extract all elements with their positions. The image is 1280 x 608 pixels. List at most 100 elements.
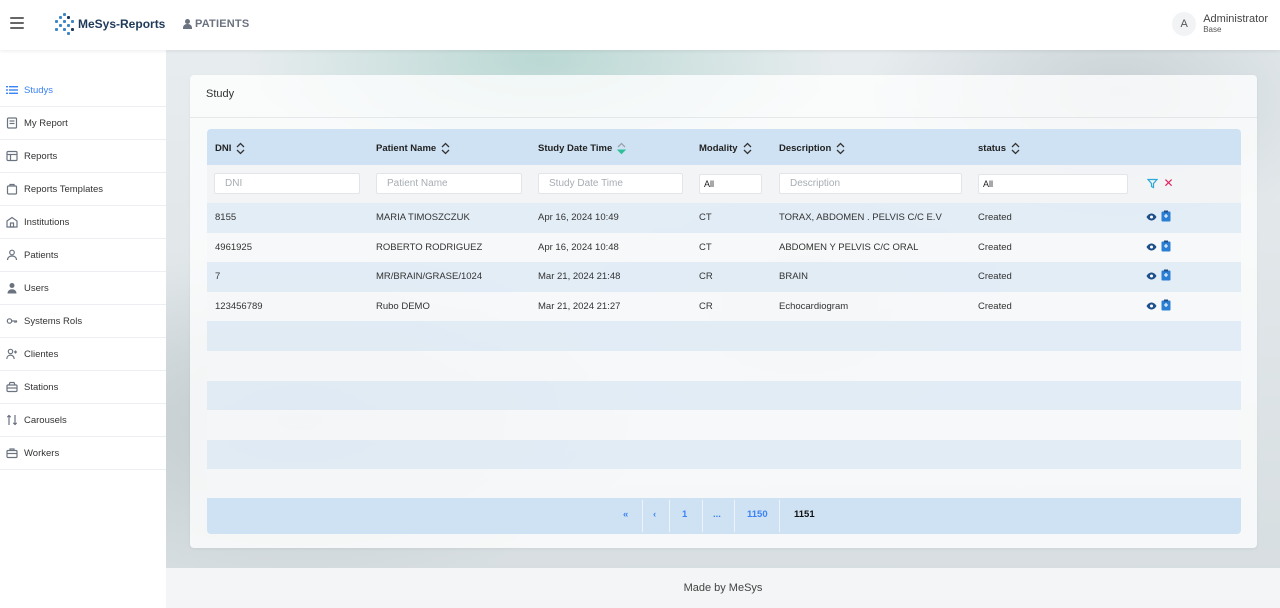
study-date-filter-input[interactable] bbox=[538, 173, 683, 194]
view-eye-icon[interactable] bbox=[1146, 243, 1157, 251]
sort-icon[interactable] bbox=[441, 141, 450, 155]
cell-status: Created bbox=[978, 241, 1012, 253]
sidebar-item-workers[interactable]: Workers bbox=[0, 437, 166, 470]
sidebar-item-label: My Report bbox=[24, 117, 68, 129]
sidebar-item-users[interactable]: Users bbox=[0, 272, 166, 305]
sidebar-item-carousels[interactable]: Carousels bbox=[0, 404, 166, 437]
table-row[interactable]: 123456789 Rubo DEMO Mar 21, 2024 21:27 C… bbox=[207, 291, 1241, 322]
table-row[interactable]: 4961925 ROBERTO RODRIGUEZ Apr 16, 2024 1… bbox=[207, 232, 1241, 263]
institution-icon bbox=[6, 216, 18, 228]
sidebar-item-reports-templates[interactable]: Reports Templates bbox=[0, 173, 166, 206]
add-user-icon bbox=[6, 348, 18, 360]
view-eye-icon[interactable] bbox=[1146, 272, 1157, 280]
sort-icon[interactable] bbox=[236, 141, 245, 155]
column-header-label: Modality bbox=[699, 142, 738, 154]
avatar[interactable]: A bbox=[1172, 12, 1197, 36]
page-button-1151-current: 1151 bbox=[794, 509, 815, 520]
sidebar-item-label: Workers bbox=[24, 447, 60, 459]
person-icon bbox=[183, 19, 192, 29]
logo-mark-icon bbox=[53, 12, 77, 36]
cell-description: BRAIN bbox=[779, 271, 809, 283]
column-header-status[interactable]: status bbox=[978, 141, 1020, 155]
sidebar-item-reports[interactable]: Reports bbox=[0, 140, 166, 173]
station-icon bbox=[6, 381, 18, 393]
column-header-label: DNI bbox=[215, 142, 232, 154]
sidebar-item-label: Reports Templates bbox=[24, 183, 104, 195]
filter-icon[interactable] bbox=[1146, 178, 1159, 189]
status-filter-select[interactable]: All bbox=[978, 174, 1128, 194]
cell-status: Created bbox=[978, 271, 1012, 283]
person-outline-icon bbox=[6, 249, 18, 261]
page-button-1150[interactable]: 1150 bbox=[747, 509, 768, 520]
report-clipboard-icon[interactable] bbox=[1161, 269, 1171, 281]
prev-page-button[interactable]: ‹ bbox=[653, 509, 656, 520]
column-header-study-date-time[interactable]: Study Date Time bbox=[538, 141, 627, 155]
patient-name-filter-input[interactable] bbox=[376, 173, 522, 194]
cell-date: Apr 16, 2024 10:48 bbox=[538, 241, 619, 253]
sidebar-item-patients[interactable]: Patients bbox=[0, 239, 166, 272]
sort-descending-icon[interactable] bbox=[617, 141, 627, 155]
column-header-description[interactable]: Description bbox=[779, 141, 845, 155]
page-title: Study bbox=[206, 88, 235, 100]
template-icon bbox=[6, 183, 18, 195]
divider bbox=[779, 500, 780, 532]
key-icon bbox=[6, 315, 18, 327]
dni-filter-input[interactable] bbox=[214, 173, 360, 194]
study-card: Study DNI Patient Name Study Date Time M… bbox=[190, 75, 1257, 548]
table-row[interactable]: 8155 MARIA TIMOSZCZUK Apr 16, 2024 10:49… bbox=[207, 203, 1241, 233]
divider bbox=[190, 117, 1257, 118]
table-row[interactable]: 7 MR/BRAIN/GRASE/1024 Mar 21, 2024 21:48… bbox=[207, 262, 1241, 292]
column-header-label: Patient Name bbox=[376, 142, 437, 154]
report-clipboard-icon[interactable] bbox=[1161, 210, 1171, 222]
cell-description: Echocardiogram bbox=[779, 300, 849, 312]
top-header: MeSys-Reports PATIENTS A Administrator B… bbox=[0, 0, 1280, 50]
sort-icon[interactable] bbox=[1011, 141, 1020, 155]
cell-date: Apr 16, 2024 10:49 bbox=[538, 212, 619, 223]
nav-patients-link[interactable]: PATIENTS bbox=[183, 18, 249, 30]
footer-text: Made by MeSys bbox=[683, 582, 763, 594]
modality-filter-select[interactable]: All bbox=[699, 174, 762, 194]
report-clipboard-icon[interactable] bbox=[1161, 299, 1171, 311]
sidebar-item-stations[interactable]: Stations bbox=[0, 371, 166, 404]
user-role: Base bbox=[1203, 25, 1222, 34]
cell-description: ABDOMEN Y PELVIS C/C ORAL bbox=[779, 241, 919, 253]
clear-filter-icon[interactable]: ✕ bbox=[1163, 177, 1174, 189]
menu-toggle-icon[interactable] bbox=[10, 17, 24, 29]
logo-text: MeSys-Reports bbox=[78, 17, 166, 31]
view-eye-icon[interactable] bbox=[1146, 302, 1157, 310]
briefcase-icon bbox=[6, 447, 18, 459]
table-header: DNI Patient Name Study Date Time Modalit… bbox=[207, 129, 1241, 165]
empty-row bbox=[207, 321, 1241, 351]
sidebar-item-label: Users bbox=[24, 282, 49, 294]
sort-icon[interactable] bbox=[743, 141, 752, 155]
empty-row bbox=[207, 469, 1241, 499]
sidebar-item-studys[interactable]: Studys bbox=[0, 74, 166, 107]
empty-row bbox=[207, 410, 1241, 440]
divider bbox=[642, 500, 643, 532]
sidebar-item-my-report[interactable]: My Report bbox=[0, 107, 166, 140]
sidebar-item-institutions[interactable]: Institutions bbox=[0, 206, 166, 239]
sidebar-item-clientes[interactable]: Clientes bbox=[0, 338, 166, 371]
column-header-modality[interactable]: Modality bbox=[699, 141, 752, 155]
page-button-1[interactable]: 1 bbox=[682, 509, 687, 520]
report-clipboard-icon[interactable] bbox=[1161, 240, 1171, 252]
column-header-patient-name[interactable]: Patient Name bbox=[376, 141, 450, 155]
description-filter-input[interactable] bbox=[779, 173, 962, 194]
user-menu[interactable]: A Administrator Base bbox=[1172, 12, 1268, 36]
column-header-label: Description bbox=[779, 142, 832, 154]
cell-patient: ROBERTO RODRIGUEZ bbox=[376, 241, 483, 253]
column-header-dni[interactable]: DNI bbox=[215, 141, 245, 155]
cell-description: TORAX, ABDOMEN . PELVIS C/C E.V bbox=[779, 212, 942, 223]
view-eye-icon[interactable] bbox=[1146, 213, 1157, 221]
app-logo[interactable]: MeSys-Reports bbox=[53, 12, 165, 36]
sort-icon[interactable] bbox=[836, 141, 845, 155]
sidebar-item-systems-rols[interactable]: Systems Rols bbox=[0, 305, 166, 338]
sidebar: Studys My Report Reports Reports Templat… bbox=[0, 50, 166, 608]
cell-dni: 8155 bbox=[215, 212, 237, 223]
table-icon bbox=[6, 150, 18, 162]
cell-dni: 4961925 bbox=[215, 241, 252, 253]
cell-modality: CT bbox=[699, 241, 712, 253]
sidebar-item-label: Reports bbox=[24, 150, 58, 162]
page-ellipsis-button[interactable]: ... bbox=[713, 509, 721, 520]
first-page-button[interactable]: « bbox=[623, 509, 628, 520]
